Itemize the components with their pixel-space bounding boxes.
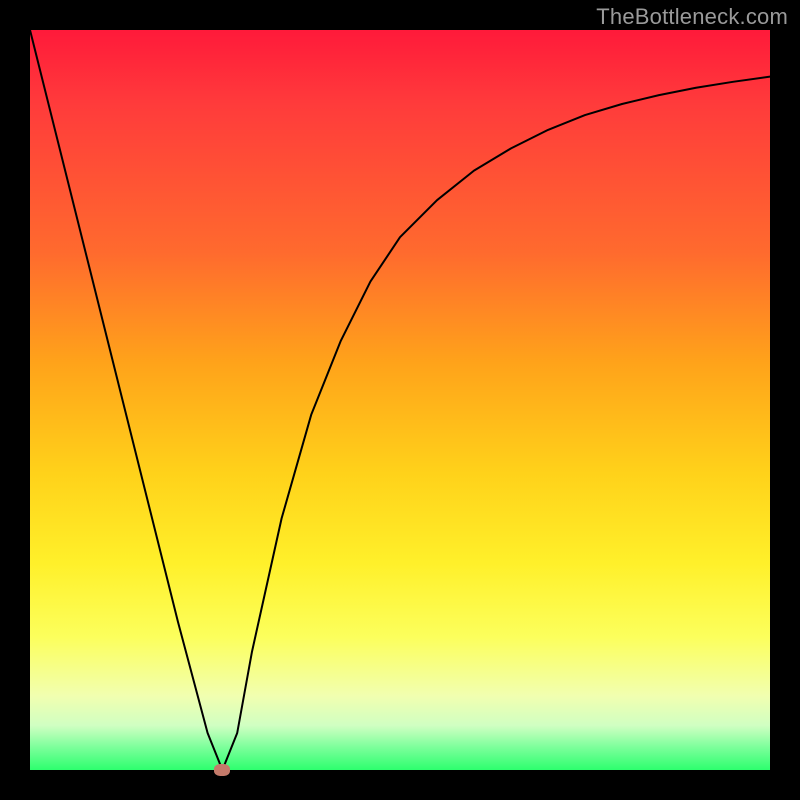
- chart-frame: TheBottleneck.com: [0, 0, 800, 800]
- bottleneck-curve: [30, 30, 770, 770]
- optimal-point-marker: [214, 764, 230, 776]
- plot-area: [30, 30, 770, 770]
- watermark-text: TheBottleneck.com: [596, 4, 788, 30]
